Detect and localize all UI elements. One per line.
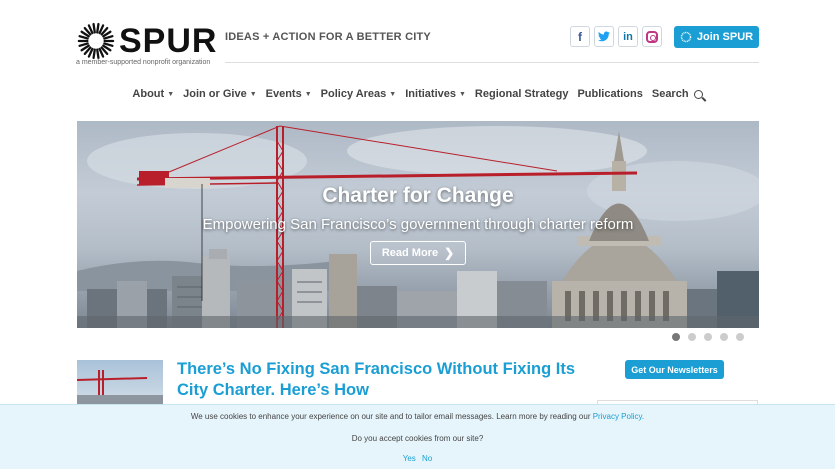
- get-newsletters-button[interactable]: Get Our Newsletters: [625, 360, 724, 379]
- cookie-no-button[interactable]: No: [422, 454, 432, 463]
- site-header: SPUR IDEAS + ACTION FOR A BETTER CITY a …: [76, 14, 759, 70]
- join-spur-label: Join SPUR: [696, 31, 754, 43]
- carousel-dots: [672, 333, 744, 341]
- sunburst-icon: [680, 31, 692, 43]
- nav-label: Events: [265, 88, 302, 100]
- sunburst-logo-icon: [77, 22, 115, 60]
- nav-label: Publications: [577, 88, 643, 100]
- nav-item-events[interactable]: Events ▼: [266, 88, 312, 100]
- nav-item-publications[interactable]: Publications: [577, 88, 642, 100]
- article-title-link[interactable]: There’s No Fixing San Francisco Without …: [177, 359, 597, 401]
- facebook-icon[interactable]: f: [570, 26, 590, 47]
- caret-down-icon: ▼: [167, 90, 175, 98]
- crane-thumbnail-image: [77, 370, 163, 405]
- nav-item-join-or-give[interactable]: Join or Give ▼: [183, 88, 257, 100]
- read-more-button[interactable]: Read More ❯: [370, 241, 466, 265]
- join-spur-button[interactable]: Join SPUR: [674, 26, 759, 48]
- page: SPUR IDEAS + ACTION FOR A BETTER CITY a …: [0, 0, 835, 469]
- social-links: f in: [570, 26, 662, 47]
- linkedin-icon[interactable]: in: [618, 26, 638, 47]
- carousel-dot[interactable]: [704, 333, 712, 341]
- header-divider: [225, 62, 759, 63]
- subtagline: a member-supported nonprofit organizatio…: [76, 59, 211, 66]
- logo-text: SPUR: [119, 22, 218, 60]
- nav-item-regional-strategy[interactable]: Regional Strategy: [475, 88, 569, 100]
- caret-down-icon: ▼: [249, 90, 257, 98]
- carousel-dot[interactable]: [688, 333, 696, 341]
- caret-down-icon: ▼: [389, 90, 397, 98]
- nav-label: Join or Give: [183, 88, 247, 100]
- nav-item-about[interactable]: About ▼: [132, 88, 174, 100]
- nav-item-initiatives[interactable]: Initiatives ▼: [405, 88, 466, 100]
- chevron-right-icon: ❯: [444, 246, 455, 260]
- cookie-actions: Yes No: [0, 454, 835, 463]
- cookie-question: Do you accept cookies from our site?: [351, 434, 484, 443]
- carousel-dot[interactable]: [720, 333, 728, 341]
- carousel-dot[interactable]: [672, 333, 680, 341]
- cookie-message-text: We use cookies to enhance your experienc…: [190, 412, 591, 421]
- cookie-message: We use cookies to enhance your experienc…: [0, 412, 835, 421]
- nav-item-search[interactable]: Search: [652, 88, 703, 100]
- nav-label: About: [132, 88, 165, 100]
- hero-carousel[interactable]: Charter for Change Empowering San Franci…: [77, 121, 759, 328]
- instagram-icon[interactable]: [642, 26, 662, 47]
- caret-down-icon: ▼: [304, 90, 312, 98]
- spur-logo[interactable]: SPUR: [77, 22, 217, 60]
- nav-item-policy-areas[interactable]: Policy Areas ▼: [321, 88, 397, 100]
- privacy-policy-link[interactable]: Privacy Policy.: [593, 412, 644, 421]
- article-thumbnail[interactable]: [77, 360, 163, 405]
- search-icon: [693, 89, 703, 99]
- read-more-label: Read More: [381, 247, 439, 259]
- caret-down-icon: ▼: [458, 90, 466, 98]
- nav-label: Search: [651, 88, 689, 100]
- tagline: IDEAS + ACTION FOR A BETTER CITY: [225, 31, 431, 43]
- hero-title: Charter for Change: [322, 184, 514, 207]
- nav-label: Regional Strategy: [474, 88, 569, 100]
- nav-label: Policy Areas: [320, 88, 387, 100]
- carousel-dot[interactable]: [736, 333, 744, 341]
- cookie-banner: We use cookies to enhance your experienc…: [0, 404, 835, 469]
- twitter-icon[interactable]: [594, 26, 614, 47]
- cookie-yes-button[interactable]: Yes: [403, 454, 416, 463]
- hero-subtitle: Empowering San Francisco’s government th…: [202, 216, 634, 233]
- main-nav: About ▼ Join or Give ▼ Events ▼ Policy Area…: [0, 88, 835, 100]
- nav-label: Initiatives: [405, 88, 456, 100]
